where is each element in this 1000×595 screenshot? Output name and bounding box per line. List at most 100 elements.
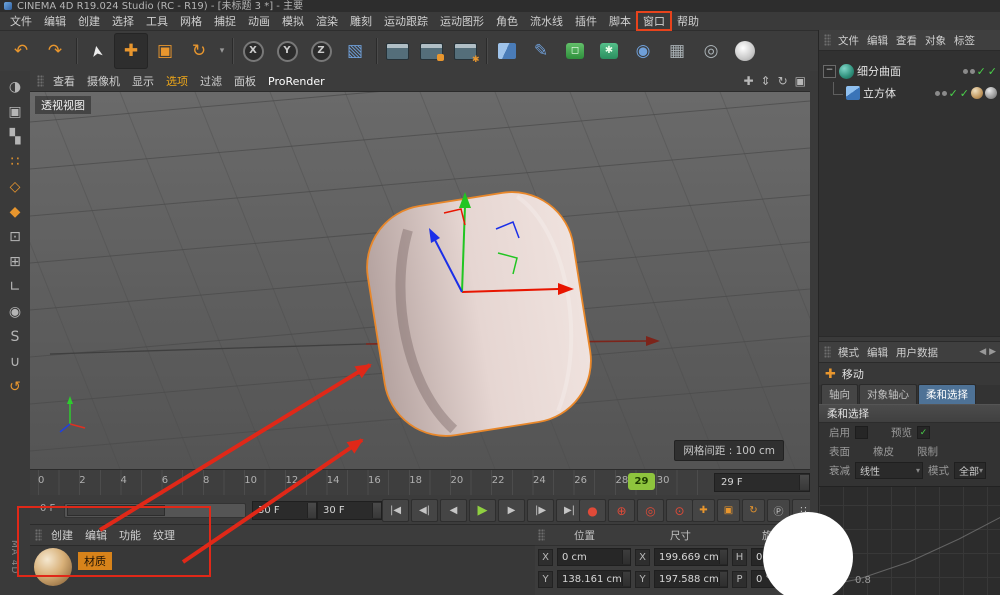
menu-item[interactable]: 雕刻 [344, 12, 378, 30]
floor-button[interactable]: ▦ [660, 33, 694, 69]
object-row-subdivision-surface[interactable]: − 细分曲面 ✓ ✓ [823, 61, 997, 81]
viewport-3d[interactable]: 透视视图 网格间距 : 100 cm [30, 92, 810, 469]
panel-grip-icon[interactable] [538, 529, 545, 541]
pan-view-icon[interactable]: ✚ [743, 74, 753, 88]
object-manager-menu-item[interactable]: 文件 [834, 32, 863, 49]
rotate-tool-button[interactable]: ↻ [182, 33, 216, 69]
size-x-field[interactable]: 199.669 cm [654, 548, 728, 566]
material-tag-icon[interactable] [971, 87, 983, 99]
render-settings-button[interactable] [448, 33, 482, 69]
viewport-menu-item[interactable]: ProRender [262, 74, 331, 89]
max-frame-field[interactable]: 30 F [317, 501, 382, 520]
object-name[interactable]: 立方体 [863, 85, 896, 101]
object-row-cube[interactable]: 立方体 ✓ ✓ [823, 83, 997, 103]
panel-grip-icon[interactable] [37, 75, 44, 87]
magnet-button[interactable]: ∪ [2, 349, 28, 374]
falloff-select[interactable]: 线性 [855, 462, 923, 479]
move-tool-button[interactable]: ✚ [114, 33, 148, 69]
render-picture-viewer-button[interactable] [414, 33, 448, 69]
enable-check-icon[interactable]: ✓ [960, 88, 969, 99]
attribute-tab[interactable]: 对象轴心 [859, 384, 917, 404]
lock-x-button[interactable]: X [236, 33, 270, 69]
panel-grip-icon[interactable] [824, 346, 831, 358]
camera-button[interactable]: ◎ [694, 33, 728, 69]
attribute-menu-item[interactable]: 模式 [834, 344, 863, 361]
menu-item[interactable]: 流水线 [524, 12, 569, 30]
attribute-menu-item[interactable]: 编辑 [863, 344, 892, 361]
object-manager-menu-item[interactable]: 编辑 [863, 32, 892, 49]
collapse-icon[interactable]: − [823, 65, 836, 78]
menu-item[interactable]: 捕捉 [208, 12, 242, 30]
simulation-button[interactable]: ◉ [626, 33, 660, 69]
enable-check-icon[interactable]: ✓ [988, 66, 997, 77]
position-y-field[interactable]: 138.161 cm [557, 570, 631, 588]
toggle-view-icon[interactable]: ▣ [795, 74, 806, 88]
menu-item[interactable]: 运动图形 [434, 12, 490, 30]
goto-start-button[interactable]: |◀ [382, 499, 409, 522]
object-manager-menu-item[interactable]: 标签 [950, 32, 979, 49]
enable-check-icon[interactable]: ✓ [949, 88, 958, 99]
subdivision-surface-button[interactable]: ◻ [558, 33, 592, 69]
last-tool-button[interactable]: ▾ [216, 33, 228, 69]
timeline-playhead[interactable]: 29 [628, 473, 655, 490]
panel-grip-icon[interactable] [824, 34, 831, 46]
toolbar-separator[interactable] [228, 33, 236, 69]
preview-checkbox[interactable]: ✓ [917, 426, 930, 439]
menu-item[interactable]: 文件 [4, 12, 38, 30]
points-cube-button[interactable]: ⊡ [2, 224, 28, 249]
viewport-menu-item[interactable]: 面板 [228, 72, 262, 90]
record-button[interactable]: ● [579, 499, 606, 522]
toolbar-separator[interactable] [372, 33, 380, 69]
phong-tag-icon[interactable] [985, 87, 997, 99]
redo-button[interactable]: ↷ [38, 33, 72, 69]
editor-visibility-dot[interactable] [935, 91, 940, 96]
render-visibility-dot[interactable] [970, 69, 975, 74]
cube-object[interactable] [358, 183, 600, 445]
menu-item[interactable]: 工具 [140, 12, 174, 30]
add-cube-button[interactable] [490, 33, 524, 69]
play-button[interactable]: ▶ [469, 499, 496, 522]
menu-item[interactable]: 创建 [72, 12, 106, 30]
history-nav-icons[interactable]: ◀ ▶ [979, 347, 1000, 357]
mode-select[interactable]: 全部 [954, 462, 986, 479]
render-visibility-dot[interactable] [942, 91, 947, 96]
pen-tool-button[interactable]: ✎ [524, 33, 558, 69]
polygon-mode-button[interactable]: ◆ [2, 199, 28, 224]
keyframe-position-button[interactable]: ⊕ [608, 499, 635, 522]
rotate-shortcut-button[interactable]: ↻ [742, 499, 765, 522]
menu-item[interactable]: 动画 [242, 12, 276, 30]
texture-mode-button[interactable]: ▚ [2, 124, 28, 149]
object-manager-menu-item[interactable]: 查看 [892, 32, 921, 49]
menu-item[interactable]: 渲染 [310, 12, 344, 30]
snap-button[interactable]: S [2, 324, 28, 349]
point-mode-button[interactable]: ∷ [2, 149, 28, 174]
object-manager-menu-item[interactable]: 对象 [921, 32, 950, 49]
range-end-field[interactable]: 30 F [252, 501, 317, 520]
attribute-tab[interactable]: 轴向 [821, 384, 858, 404]
menu-item[interactable]: 插件 [569, 12, 603, 30]
viewport-menu-item[interactable]: 摄像机 [81, 72, 126, 90]
scale-shortcut-button[interactable]: ▣ [717, 499, 740, 522]
attribute-menu-item[interactable]: 用户数据 [892, 344, 942, 361]
history-button[interactable]: ↺ [2, 374, 28, 399]
mograph-button[interactable]: ✱ [592, 33, 626, 69]
soft-selection-section-header[interactable]: 柔和选择 [819, 404, 1000, 423]
edge-mode-button[interactable]: ◇ [2, 174, 28, 199]
object-name[interactable]: 细分曲面 [857, 63, 901, 79]
prev-key-button[interactable]: ◀| [411, 499, 438, 522]
viewport-menu-item[interactable]: 选项 [160, 72, 194, 90]
render-view-button[interactable] [380, 33, 414, 69]
menu-item[interactable]: 帮助 [671, 12, 705, 30]
edges-cube-button[interactable]: ⊞ [2, 249, 28, 274]
position-x-field[interactable]: 0 cm [557, 548, 631, 566]
lock-z-button[interactable]: Z [304, 33, 338, 69]
toolbar-separator[interactable] [482, 33, 490, 69]
make-editable-button[interactable]: ◑ [2, 74, 28, 99]
enable-checkbox[interactable] [855, 426, 868, 439]
viewport-menu-item[interactable]: 过滤 [194, 72, 228, 90]
menu-item[interactable]: 窗口 [637, 12, 671, 30]
enable-check-icon[interactable]: ✓ [977, 66, 986, 77]
attribute-tab[interactable]: 柔和选择 [918, 384, 976, 404]
keyframe-scale-button[interactable]: ◎ [637, 499, 664, 522]
keyframe-rotation-button[interactable]: ⊙ [666, 499, 693, 522]
